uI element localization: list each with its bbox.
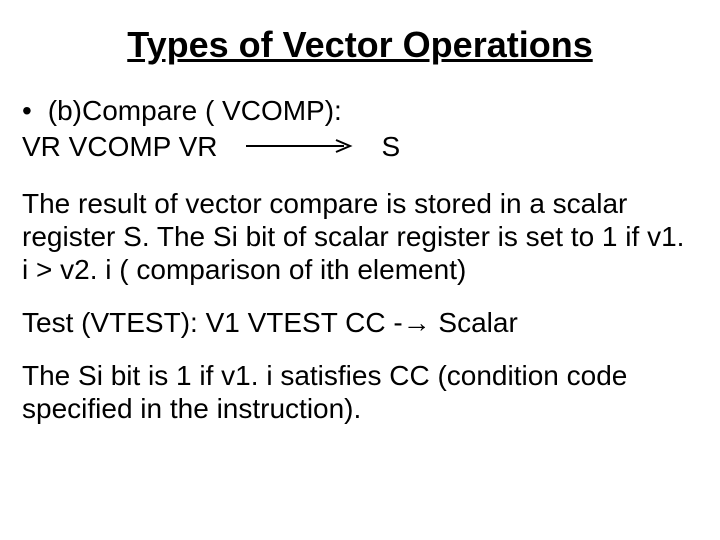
bullet-marker: •: [22, 94, 40, 128]
paragraph-2: Test (VTEST): V1 VTEST CC -→ Scalar: [22, 306, 698, 339]
bullet-text: (b)Compare ( VCOMP):: [48, 95, 342, 126]
bullet-line-1: • (b)Compare ( VCOMP):: [22, 94, 698, 128]
arrow-icon: [246, 139, 354, 153]
paragraph-3: The Si bit is 1 if v1. i satisfies CC (c…: [22, 359, 698, 425]
expression-lhs: VR VCOMP VR: [22, 130, 218, 164]
paragraph-1: The result of vector compare is stored i…: [22, 187, 698, 286]
slide-title: Types of Vector Operations: [22, 24, 698, 66]
slide: Types of Vector Operations • (b)Compare …: [0, 0, 720, 540]
expression-line: VR VCOMP VR S: [22, 130, 698, 164]
expression-rhs: S: [382, 130, 401, 164]
